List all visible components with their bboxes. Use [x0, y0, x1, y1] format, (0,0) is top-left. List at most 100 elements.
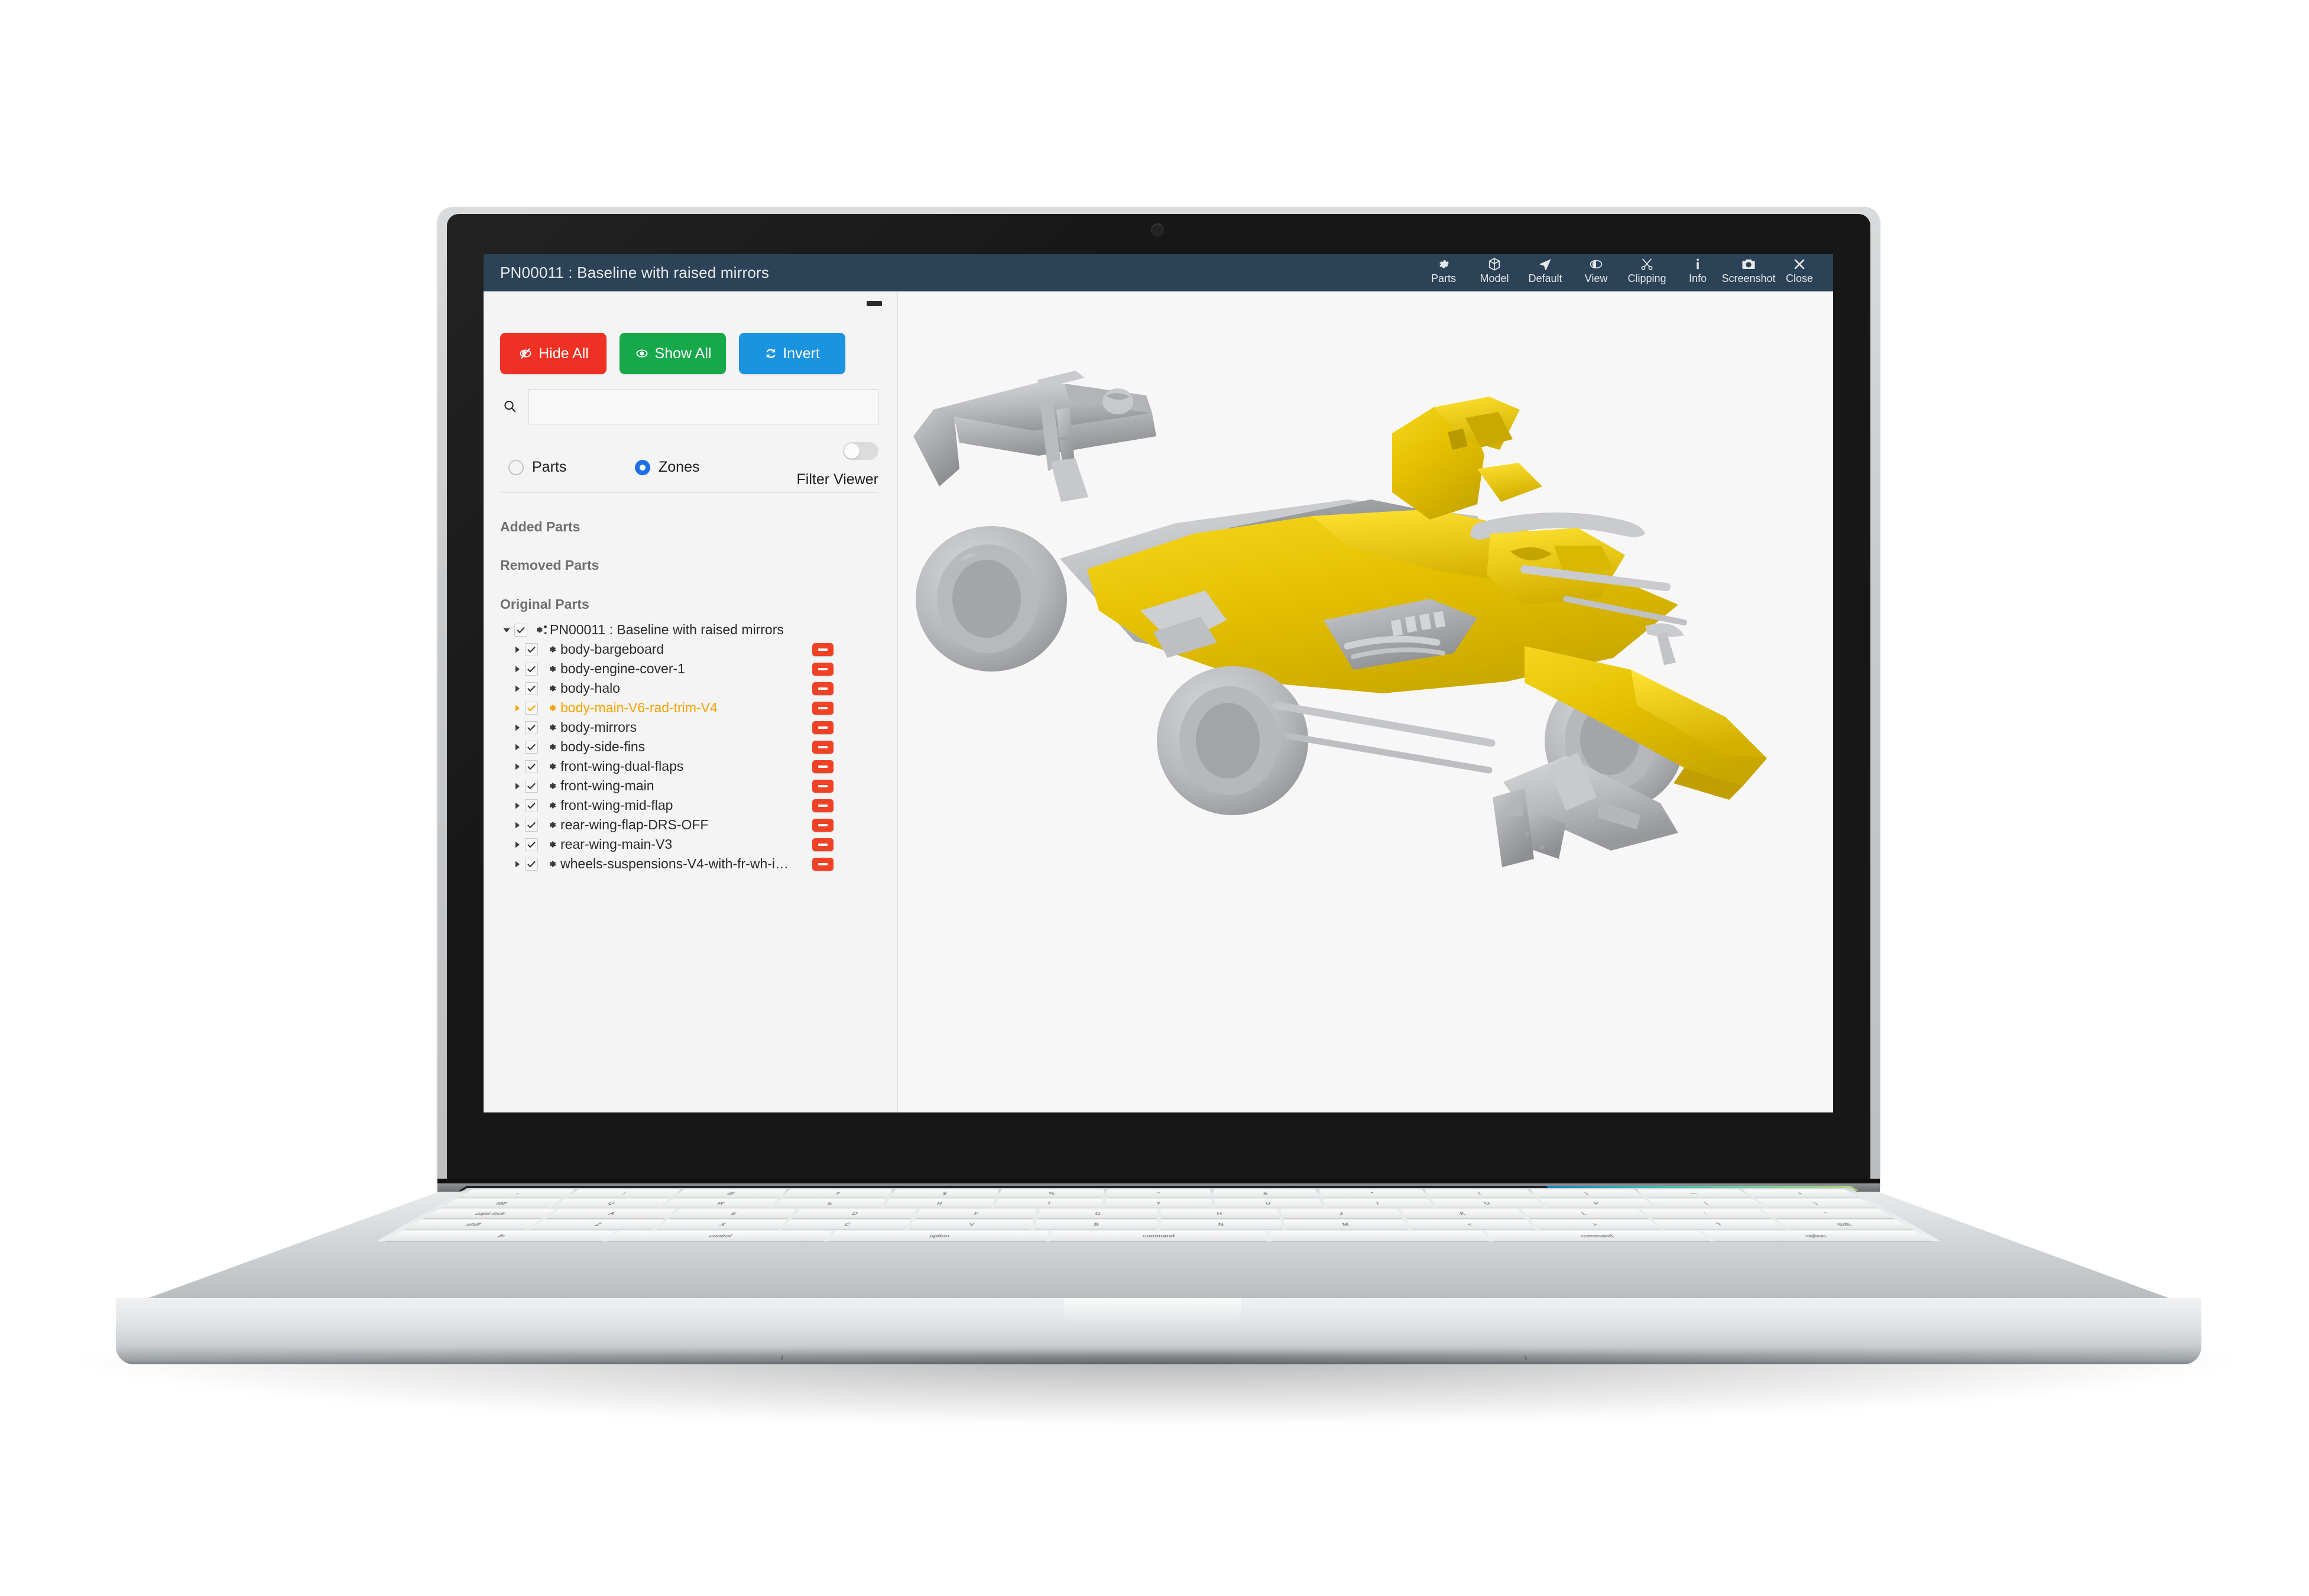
3d-viewer[interactable]	[898, 291, 1833, 1112]
remove-part-badge[interactable]	[812, 857, 834, 871]
checkbox[interactable]	[525, 701, 538, 715]
keyboard-key[interactable]: fn	[384, 1231, 615, 1241]
checkbox[interactable]	[525, 838, 538, 851]
tree-row[interactable]: body-bargeboard	[495, 640, 890, 659]
show-all-button[interactable]: Show All	[620, 333, 726, 374]
tree-row-root[interactable]: PN00011 : Baseline with raised mirrors	[495, 620, 890, 640]
keyboard-key[interactable]: S	[669, 1209, 797, 1219]
keyboard-key[interactable]: option	[828, 1231, 1049, 1241]
keyboard-key[interactable]: command	[1485, 1231, 1711, 1241]
remove-part-badge[interactable]	[812, 721, 834, 734]
radio-zones[interactable]: Zones	[635, 459, 699, 476]
keyboard-key[interactable]: A	[546, 1209, 676, 1219]
tree-row[interactable]: body-side-fins	[495, 737, 890, 757]
tree-row[interactable]: body-engine-cover-1	[495, 659, 890, 679]
tree-row[interactable]: front-wing-mid-flap	[495, 796, 890, 815]
remove-part-badge[interactable]	[812, 643, 834, 656]
remove-part-badge[interactable]	[812, 838, 834, 851]
checkbox[interactable]	[525, 643, 538, 656]
toolbar-item-default[interactable]: Default	[1520, 254, 1571, 284]
checkbox[interactable]	[514, 623, 527, 637]
tree-row[interactable]: body-main-V6-rad-trim-V4	[495, 698, 890, 718]
chevron-right-icon[interactable]	[510, 802, 525, 810]
keyboard-key[interactable]: Z	[530, 1219, 664, 1230]
chevron-right-icon[interactable]	[510, 685, 525, 693]
chevron-down-icon[interactable]	[499, 626, 514, 634]
keyboard-key[interactable]: !	[566, 1189, 681, 1198]
checkbox[interactable]	[525, 818, 538, 832]
tree-row[interactable]: rear-wing-main-V3	[495, 835, 890, 854]
filter-viewer-toggle[interactable]	[843, 442, 878, 460]
keyboard-key[interactable]: $	[890, 1189, 998, 1198]
keyboard-key[interactable]: )	[1530, 1189, 1643, 1198]
keyboard-key[interactable]: J	[1280, 1209, 1403, 1219]
checkbox[interactable]	[525, 662, 538, 676]
checkbox[interactable]	[525, 721, 538, 734]
remove-part-badge[interactable]	[812, 818, 834, 832]
keyboard-key[interactable]: {	[1648, 1199, 1766, 1208]
radio-parts[interactable]: Parts	[508, 459, 566, 476]
chevron-right-icon[interactable]	[510, 665, 525, 673]
checkbox[interactable]	[525, 740, 538, 754]
keyboard-key[interactable]: control	[606, 1231, 832, 1241]
keyboard-key[interactable]: (	[1425, 1189, 1536, 1198]
keyboard-key[interactable]: E	[773, 1199, 887, 1208]
chevron-right-icon[interactable]	[510, 782, 525, 790]
keyboard-key[interactable]: %	[998, 1189, 1104, 1198]
keyboard-key[interactable]: >	[1530, 1219, 1661, 1230]
tree-row[interactable]: rear-wing-flap-DRS-OFF	[495, 815, 890, 835]
tree-row[interactable]: body-mirrors	[495, 718, 890, 737]
hide-all-button[interactable]: Hide All	[500, 333, 607, 374]
keyboard-key[interactable]: I	[1322, 1199, 1434, 1208]
keyboard-key[interactable]: ~	[458, 1189, 575, 1198]
toolbar-item-parts[interactable]: Parts	[1418, 254, 1469, 284]
tree-row[interactable]: body-halo	[495, 679, 890, 698]
remove-part-badge[interactable]	[812, 760, 834, 773]
checkbox[interactable]	[525, 779, 538, 793]
keyboard-key[interactable]: <	[1406, 1219, 1535, 1230]
keyboard-key[interactable]	[1269, 1231, 1490, 1241]
toolbar-item-close[interactable]: Close	[1774, 254, 1825, 284]
keyboard-key[interactable]: G	[1037, 1209, 1157, 1219]
keyboard-key[interactable]: Y	[1104, 1199, 1212, 1208]
checkbox[interactable]	[525, 857, 538, 871]
keyboard-key[interactable]: —	[1636, 1189, 1752, 1198]
remove-part-badge[interactable]	[812, 662, 834, 676]
checkbox[interactable]	[525, 760, 538, 773]
keyboard-key[interactable]: R	[883, 1199, 995, 1208]
chevron-right-icon[interactable]	[510, 763, 525, 771]
chevron-right-icon[interactable]	[510, 704, 525, 712]
keyboard-key[interactable]: U	[1214, 1199, 1324, 1208]
keyboard-key[interactable]: tab	[440, 1199, 562, 1208]
chevron-right-icon[interactable]	[510, 860, 525, 868]
toolbar-item-view[interactable]: View	[1571, 254, 1622, 284]
chevron-right-icon[interactable]	[510, 821, 525, 829]
keyboard-key[interactable]: P	[1539, 1199, 1655, 1208]
trackpad[interactable]	[781, 1254, 1527, 1360]
keyboard-key[interactable]: #	[781, 1189, 893, 1198]
keyboard-key[interactable]: V	[908, 1219, 1034, 1230]
keyboard-key[interactable]: caps lock	[423, 1209, 556, 1219]
keyboard-key[interactable]: D	[792, 1209, 917, 1219]
chevron-right-icon[interactable]	[510, 743, 525, 751]
tree-row[interactable]: front-wing-dual-flaps	[495, 757, 890, 776]
keyboard-key[interactable]: M	[1283, 1219, 1409, 1230]
remove-part-badge[interactable]	[812, 779, 834, 793]
remove-part-badge[interactable]	[812, 701, 834, 715]
tree-row[interactable]: front-wing-main	[495, 776, 890, 796]
chevron-right-icon[interactable]	[510, 841, 525, 849]
chevron-right-icon[interactable]	[510, 724, 525, 732]
toolbar-item-screenshot[interactable]: Screenshot	[1721, 254, 1776, 284]
search-input[interactable]	[528, 389, 878, 424]
keyboard-key[interactable]: *	[1319, 1189, 1428, 1198]
keyboard-key[interactable]: shift	[404, 1219, 541, 1230]
keyboard-key[interactable]: N	[1160, 1219, 1283, 1230]
minimize-button[interactable]	[867, 301, 882, 306]
checkbox[interactable]	[525, 799, 538, 812]
keyboard-key[interactable]: Q	[552, 1199, 670, 1208]
keyboard-key[interactable]: command	[1049, 1231, 1268, 1241]
keyboard-key[interactable]: ^	[1106, 1189, 1211, 1198]
keyboard-key[interactable]: X	[656, 1219, 787, 1230]
keyboard-key[interactable]: O	[1431, 1199, 1545, 1208]
chevron-right-icon[interactable]	[510, 645, 525, 654]
